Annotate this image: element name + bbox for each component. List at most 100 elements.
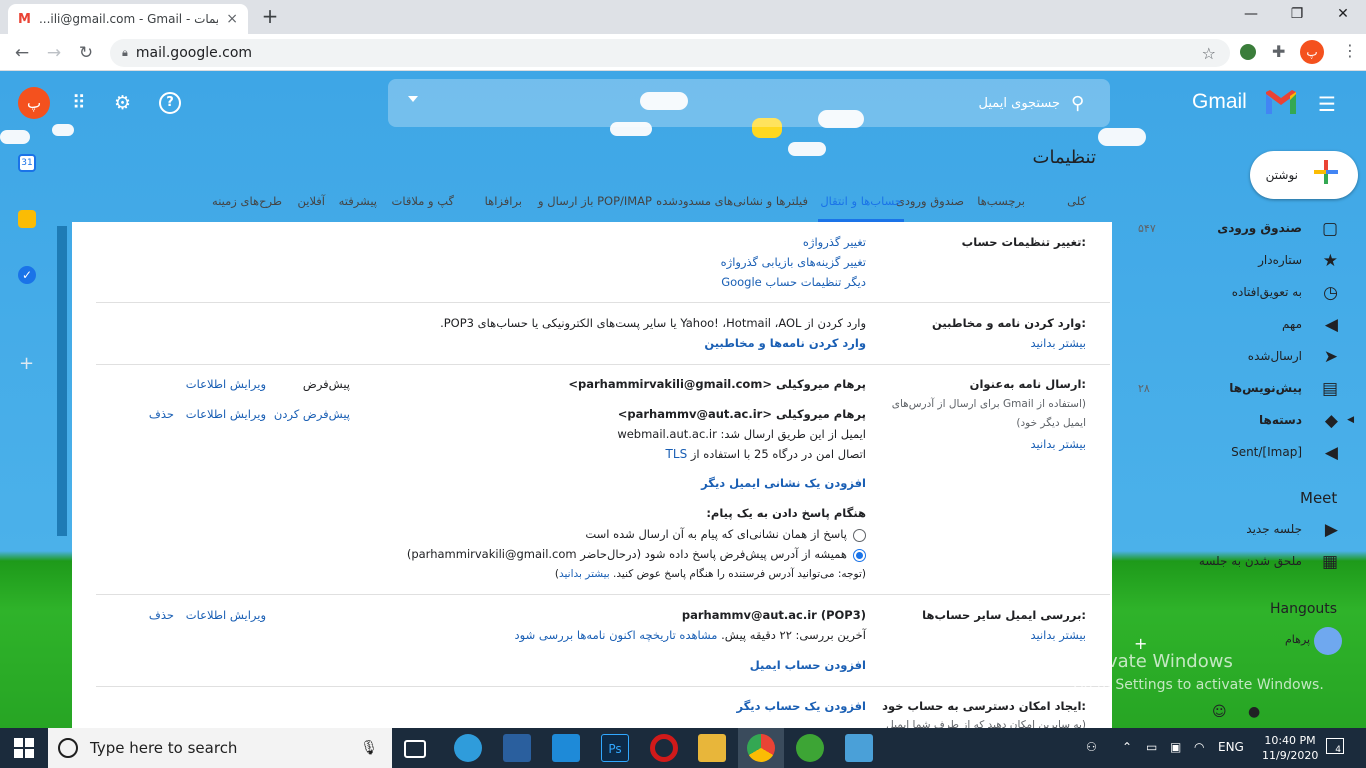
hangouts-user-name[interactable]: پرهام: [1285, 633, 1310, 646]
language-indicator[interactable]: ENG: [1218, 740, 1244, 754]
account-avatar[interactable]: پ: [18, 87, 50, 119]
opera-icon[interactable]: [650, 734, 678, 762]
sidebar-item-sent-imap[interactable]: Sent/[Imap] ◀: [1120, 438, 1366, 470]
browser-tab-gmail[interactable]: M ‎‎...ili@gmail.com - Gmail - تنظیمات ×: [8, 4, 248, 34]
add-another-account-link[interactable]: افزودن یک حساب دیگر: [736, 699, 866, 713]
delete-secondary-address-link[interactable]: حذف: [149, 407, 174, 421]
globe-app-icon[interactable]: [796, 734, 824, 762]
bookmark-star-icon[interactable]: ☆: [1202, 44, 1216, 63]
chrome-icon[interactable]: [747, 734, 775, 762]
taskbar-search-box[interactable]: Type here to search 🎙︎: [48, 728, 392, 768]
task-view-icon[interactable]: [404, 740, 426, 758]
reply-note-learn-more-link[interactable]: بیشتر بدانید: [559, 568, 610, 580]
delete-pop3-link[interactable]: حذف: [149, 608, 174, 622]
tls-link[interactable]: TLS: [666, 447, 688, 461]
tab-labels[interactable]: برچسب‌ها: [977, 194, 1025, 208]
hangouts-chat-icon[interactable]: ☺: [1212, 704, 1227, 720]
edit-primary-address-link[interactable]: ویرایش اطلاعات: [186, 377, 266, 391]
forward-icon[interactable]: →: [42, 42, 66, 64]
meet-new-meeting[interactable]: جلسه جدید ▶: [1120, 515, 1366, 547]
reply-default-address-radio[interactable]: [853, 549, 866, 562]
calendar-icon[interactable]: 31: [18, 154, 36, 172]
make-default-link[interactable]: پیش‌فرض کردن: [274, 407, 350, 421]
send-icon: ➤: [1323, 347, 1338, 367]
tasks-icon[interactable]: ✓: [18, 266, 36, 284]
windows-start-icon[interactable]: [14, 738, 34, 758]
edit-secondary-address-link[interactable]: ویرایش اطلاعات: [186, 407, 266, 421]
tab-inbox[interactable]: صندوق ورودی: [896, 194, 964, 208]
browser-menu-icon[interactable]: ⋮: [1342, 41, 1358, 60]
microphone-icon[interactable]: 🎙︎: [360, 740, 378, 756]
google-account-settings-link[interactable]: دیگر تنظیمات حساب Google: [721, 275, 866, 289]
help-icon[interactable]: ?: [159, 92, 181, 114]
send-as-learn-more-link[interactable]: بیشتر بدانید: [1030, 437, 1086, 451]
sidebar-item-drafts[interactable]: ۲۸ پیش‌نویس‌ها ▤: [1120, 374, 1366, 406]
wifi-icon[interactable]: ◠: [1194, 740, 1204, 754]
people-icon[interactable]: ⚇: [1086, 740, 1097, 754]
expand-arrow-icon[interactable]: ◀: [1347, 415, 1354, 425]
store-icon[interactable]: [503, 734, 531, 762]
hangouts-avatar[interactable]: [1314, 627, 1342, 655]
tab-accounts[interactable]: حساب‌ها و انتقال: [820, 194, 902, 208]
tab-themes[interactable]: طرح‌های زمینه: [212, 194, 282, 208]
check-mail-now-link[interactable]: اکنون نامه‌ها بررسی شود: [515, 628, 636, 642]
photoshop-icon[interactable]: Ps: [601, 734, 629, 762]
import-mail-contacts-link[interactable]: وارد کردن نامه‌ها و مخاطبین: [704, 336, 866, 350]
profile-avatar[interactable]: پ: [1300, 40, 1324, 64]
sidebar-item-categories[interactable]: دسته‌ها ◆ ◀: [1120, 406, 1366, 438]
maximize-button[interactable]: ❐: [1274, 4, 1320, 28]
reply-same-address-radio[interactable]: [853, 529, 866, 542]
tab-chat-meet[interactable]: گپ و ملاقات: [392, 194, 454, 208]
add-email-address-link[interactable]: افزودن یک نشانی ایمیل دیگر: [701, 476, 866, 490]
hangouts-contacts-icon[interactable]: ●: [1248, 704, 1260, 720]
tab-offline[interactable]: آفلاین: [297, 194, 325, 208]
tab-forwarding-pop-imap[interactable]: باز ارسال و POP/IMAP: [538, 194, 652, 208]
file-explorer-icon[interactable]: [698, 734, 726, 762]
reload-icon[interactable]: ↻: [74, 42, 98, 64]
minimize-button[interactable]: —: [1228, 4, 1274, 28]
extension-globe-icon[interactable]: [1240, 44, 1256, 60]
tray-chevron-up-icon[interactable]: ⌃: [1122, 740, 1132, 754]
control-panel-icon[interactable]: [845, 734, 873, 762]
search-options-dropdown-icon[interactable]: [408, 96, 418, 102]
sidebar-item-sent[interactable]: ارسال‌شده ➤: [1120, 342, 1366, 374]
change-password-link[interactable]: تغییر گذرواژه: [803, 235, 866, 249]
gmail-logo-icon[interactable]: [1264, 90, 1298, 116]
edge-browser-icon[interactable]: [454, 734, 482, 762]
tab-general[interactable]: کلی: [1067, 194, 1086, 208]
change-recovery-link[interactable]: تغییر گزینه‌های بازیابی گذرواژه: [721, 255, 866, 269]
sidebar-item-important[interactable]: مهم ◀: [1120, 310, 1366, 342]
sidebar-item-snoozed[interactable]: به تعویق‌افتاده ◷: [1120, 278, 1366, 310]
apps-grid-icon[interactable]: ⠿: [72, 92, 86, 114]
sidebar-item-inbox[interactable]: ۵۴۷ صندوق ورودی ▢: [1120, 214, 1366, 246]
tab-advanced[interactable]: پیشرفته: [339, 194, 377, 208]
edit-pop3-link[interactable]: ویرایش اطلاعات: [186, 608, 266, 622]
import-learn-more-link[interactable]: بیشتر بدانید: [1030, 336, 1086, 350]
search-icon[interactable]: ⚲: [1071, 93, 1084, 114]
search-input[interactable]: [830, 89, 1060, 117]
close-tab-icon[interactable]: ×: [226, 11, 238, 27]
mail-app-icon[interactable]: [552, 734, 580, 762]
new-tab-button[interactable]: +: [258, 4, 282, 28]
add-addon-icon[interactable]: +: [19, 353, 34, 374]
close-window-button[interactable]: ✕: [1320, 4, 1366, 28]
compose-button[interactable]: نوشتن: [1250, 151, 1358, 199]
add-mail-account-link[interactable]: افزودن حساب ایمیل: [750, 658, 866, 672]
battery-icon[interactable]: ▭: [1146, 740, 1157, 754]
check-mail-learn-more-link[interactable]: بیشتر بدانید: [1030, 628, 1086, 642]
sidebar-item-starred[interactable]: ستاره‌دار ★: [1120, 246, 1366, 278]
keep-icon[interactable]: [18, 210, 36, 228]
main-menu-icon[interactable]: ☰: [1318, 92, 1336, 116]
scrollbar[interactable]: [57, 226, 67, 536]
settings-gear-icon[interactable]: ⚙: [114, 92, 131, 114]
tab-addons[interactable]: برافزاها: [485, 194, 522, 208]
system-clock[interactable]: 10:40 PM 11/9/2020: [1262, 733, 1318, 763]
notification-center-icon[interactable]: 4: [1326, 738, 1344, 755]
tray-app-icon[interactable]: ▣: [1170, 740, 1181, 754]
address-bar[interactable]: 🔒︎ mail.google.com ☆: [110, 39, 1230, 67]
extensions-puzzle-icon[interactable]: ✚: [1272, 42, 1285, 61]
back-icon[interactable]: ←: [10, 42, 34, 64]
meet-join-meeting[interactable]: ملحق شدن به جلسه ▦: [1120, 547, 1366, 579]
tab-filters[interactable]: فیلترها و نشانی‌های مسدودشده: [656, 194, 808, 208]
view-history-link[interactable]: مشاهده تاریخچه: [639, 628, 717, 642]
